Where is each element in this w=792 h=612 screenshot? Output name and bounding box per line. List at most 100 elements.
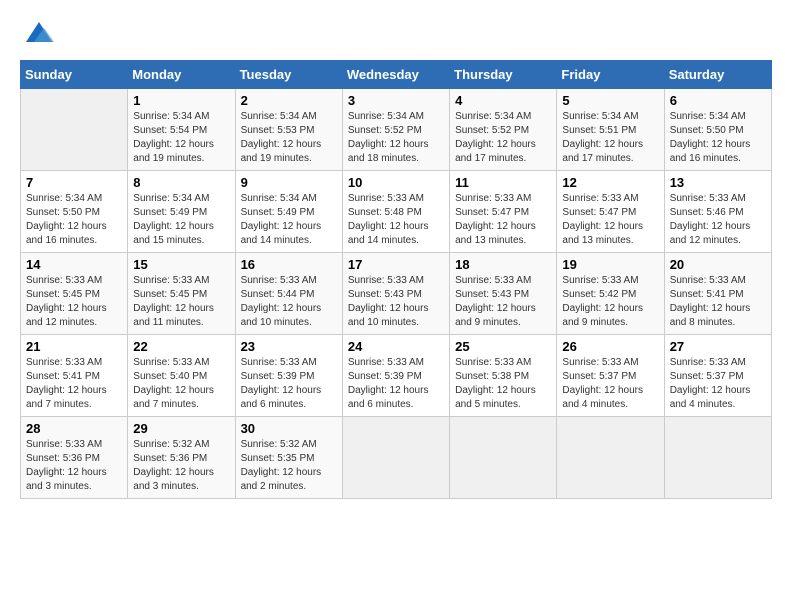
weekday-header-friday: Friday xyxy=(557,61,664,89)
day-number: 13 xyxy=(670,175,766,190)
day-number: 22 xyxy=(133,339,229,354)
day-info: Sunrise: 5:34 AMSunset: 5:49 PMDaylight:… xyxy=(133,192,229,248)
day-number: 7 xyxy=(26,175,122,190)
day-info: Sunrise: 5:33 AMSunset: 5:47 PMDaylight:… xyxy=(455,192,551,248)
day-info: Sunrise: 5:34 AMSunset: 5:51 PMDaylight:… xyxy=(562,110,658,166)
day-number: 2 xyxy=(241,93,337,108)
day-number: 18 xyxy=(455,257,551,272)
week-row-2: 7 Sunrise: 5:34 AMSunset: 5:50 PMDaylight… xyxy=(21,171,772,253)
day-number: 29 xyxy=(133,421,229,436)
day-number: 15 xyxy=(133,257,229,272)
calendar-cell: 4 Sunrise: 5:34 AMSunset: 5:52 PMDaylight… xyxy=(450,89,557,171)
week-row-5: 28Sunrise: 5:33 AMSunset: 5:36 PMDayligh… xyxy=(21,417,772,499)
week-row-3: 14 Sunrise: 5:33 AMSunset: 5:45 PMDayligh… xyxy=(21,253,772,335)
calendar-cell: 25Sunrise: 5:33 AMSunset: 5:38 PMDayligh… xyxy=(450,335,557,417)
calendar-cell: 2 Sunrise: 5:34 AMSunset: 5:53 PMDaylight… xyxy=(235,89,342,171)
day-info: Sunrise: 5:33 AMSunset: 5:46 PMDaylight:… xyxy=(670,192,766,248)
calendar-cell: 22 Sunrise: 5:33 AMSunset: 5:40 PMDayligh… xyxy=(128,335,235,417)
calendar-cell: 1Sunrise: 5:34 AMSunset: 5:54 PMDaylight… xyxy=(128,89,235,171)
day-info: Sunrise: 5:33 AMSunset: 5:42 PMDaylight:… xyxy=(562,274,658,330)
day-number: 9 xyxy=(241,175,337,190)
calendar-cell: 20 Sunrise: 5:33 AMSunset: 5:41 PMDayligh… xyxy=(664,253,771,335)
day-number: 16 xyxy=(241,257,337,272)
weekday-header-thursday: Thursday xyxy=(450,61,557,89)
weekday-header-sunday: Sunday xyxy=(21,61,128,89)
day-info: Sunrise: 5:33 AMSunset: 5:37 PMDaylight:… xyxy=(670,356,766,412)
day-number: 26 xyxy=(562,339,658,354)
day-info: Sunrise: 5:32 AMSunset: 5:36 PMDaylight:… xyxy=(133,438,229,494)
day-number: 4 xyxy=(455,93,551,108)
calendar-cell: 10 Sunrise: 5:33 AMSunset: 5:48 PMDayligh… xyxy=(342,171,449,253)
calendar-cell: 7 Sunrise: 5:34 AMSunset: 5:50 PMDaylight… xyxy=(21,171,128,253)
calendar-cell: 18 Sunrise: 5:33 AMSunset: 5:43 PMDayligh… xyxy=(450,253,557,335)
day-number: 10 xyxy=(348,175,444,190)
calendar-body: 1Sunrise: 5:34 AMSunset: 5:54 PMDaylight… xyxy=(21,89,772,499)
day-number: 17 xyxy=(348,257,444,272)
calendar-cell xyxy=(21,89,128,171)
calendar-cell: 28Sunrise: 5:33 AMSunset: 5:36 PMDayligh… xyxy=(21,417,128,499)
day-number: 20 xyxy=(670,257,766,272)
calendar-header-row: SundayMondayTuesdayWednesdayThursdayFrid… xyxy=(21,61,772,89)
calendar-cell: 11Sunrise: 5:33 AMSunset: 5:47 PMDayligh… xyxy=(450,171,557,253)
calendar-cell: 5 Sunrise: 5:34 AMSunset: 5:51 PMDaylight… xyxy=(557,89,664,171)
calendar-cell: 29 Sunrise: 5:32 AMSunset: 5:36 PMDayligh… xyxy=(128,417,235,499)
calendar-cell: 12 Sunrise: 5:33 AMSunset: 5:47 PMDayligh… xyxy=(557,171,664,253)
day-number: 14 xyxy=(26,257,122,272)
weekday-header-wednesday: Wednesday xyxy=(342,61,449,89)
calendar-cell xyxy=(450,417,557,499)
day-info: Sunrise: 5:33 AMSunset: 5:45 PMDaylight:… xyxy=(133,274,229,330)
day-number: 24 xyxy=(348,339,444,354)
calendar-cell: 26Sunrise: 5:33 AMSunset: 5:37 PMDayligh… xyxy=(557,335,664,417)
logo xyxy=(20,20,54,50)
day-info: Sunrise: 5:34 AMSunset: 5:53 PMDaylight:… xyxy=(241,110,337,166)
day-info: Sunrise: 5:34 AMSunset: 5:50 PMDaylight:… xyxy=(26,192,122,248)
calendar-cell: 6 Sunrise: 5:34 AMSunset: 5:50 PMDaylight… xyxy=(664,89,771,171)
day-number: 21 xyxy=(26,339,122,354)
calendar-cell: 19 Sunrise: 5:33 AMSunset: 5:42 PMDayligh… xyxy=(557,253,664,335)
calendar-cell xyxy=(557,417,664,499)
day-number: 30 xyxy=(241,421,337,436)
calendar-cell: 15 Sunrise: 5:33 AMSunset: 5:45 PMDayligh… xyxy=(128,253,235,335)
day-number: 12 xyxy=(562,175,658,190)
day-info: Sunrise: 5:34 AMSunset: 5:52 PMDaylight:… xyxy=(455,110,551,166)
calendar-cell: 3Sunrise: 5:34 AMSunset: 5:52 PMDaylight… xyxy=(342,89,449,171)
day-number: 28 xyxy=(26,421,122,436)
day-number: 19 xyxy=(562,257,658,272)
day-info: Sunrise: 5:33 AMSunset: 5:40 PMDaylight:… xyxy=(133,356,229,412)
day-info: Sunrise: 5:33 AMSunset: 5:43 PMDaylight:… xyxy=(455,274,551,330)
calendar-cell: 17Sunrise: 5:33 AMSunset: 5:43 PMDayligh… xyxy=(342,253,449,335)
day-info: Sunrise: 5:32 AMSunset: 5:35 PMDaylight:… xyxy=(241,438,337,494)
day-info: Sunrise: 5:33 AMSunset: 5:45 PMDaylight:… xyxy=(26,274,122,330)
calendar-cell: 24 Sunrise: 5:33 AMSunset: 5:39 PMDayligh… xyxy=(342,335,449,417)
calendar-cell: 23Sunrise: 5:33 AMSunset: 5:39 PMDayligh… xyxy=(235,335,342,417)
day-info: Sunrise: 5:33 AMSunset: 5:39 PMDaylight:… xyxy=(348,356,444,412)
day-info: Sunrise: 5:34 AMSunset: 5:54 PMDaylight:… xyxy=(133,110,229,166)
calendar-cell xyxy=(342,417,449,499)
week-row-1: 1Sunrise: 5:34 AMSunset: 5:54 PMDaylight… xyxy=(21,89,772,171)
day-number: 23 xyxy=(241,339,337,354)
day-number: 3 xyxy=(348,93,444,108)
week-row-4: 21 Sunrise: 5:33 AMSunset: 5:41 PMDayligh… xyxy=(21,335,772,417)
calendar-table: SundayMondayTuesdayWednesdayThursdayFrid… xyxy=(20,60,772,499)
weekday-header-saturday: Saturday xyxy=(664,61,771,89)
day-info: Sunrise: 5:34 AMSunset: 5:50 PMDaylight:… xyxy=(670,110,766,166)
calendar-cell: 13 Sunrise: 5:33 AMSunset: 5:46 PMDayligh… xyxy=(664,171,771,253)
calendar-cell: 9 Sunrise: 5:34 AMSunset: 5:49 PMDaylight… xyxy=(235,171,342,253)
weekday-header-tuesday: Tuesday xyxy=(235,61,342,89)
day-info: Sunrise: 5:33 AMSunset: 5:41 PMDaylight:… xyxy=(670,274,766,330)
day-info: Sunrise: 5:33 AMSunset: 5:41 PMDaylight:… xyxy=(26,356,122,412)
calendar-cell: 27Sunrise: 5:33 AMSunset: 5:37 PMDayligh… xyxy=(664,335,771,417)
day-number: 6 xyxy=(670,93,766,108)
day-info: Sunrise: 5:34 AMSunset: 5:49 PMDaylight:… xyxy=(241,192,337,248)
day-number: 5 xyxy=(562,93,658,108)
day-info: Sunrise: 5:33 AMSunset: 5:44 PMDaylight:… xyxy=(241,274,337,330)
page-header xyxy=(20,20,772,50)
day-number: 8 xyxy=(133,175,229,190)
calendar-cell: 14 Sunrise: 5:33 AMSunset: 5:45 PMDayligh… xyxy=(21,253,128,335)
calendar-cell: 30 Sunrise: 5:32 AMSunset: 5:35 PMDayligh… xyxy=(235,417,342,499)
calendar-cell xyxy=(664,417,771,499)
day-info: Sunrise: 5:33 AMSunset: 5:38 PMDaylight:… xyxy=(455,356,551,412)
day-info: Sunrise: 5:33 AMSunset: 5:48 PMDaylight:… xyxy=(348,192,444,248)
day-info: Sunrise: 5:33 AMSunset: 5:47 PMDaylight:… xyxy=(562,192,658,248)
weekday-header-monday: Monday xyxy=(128,61,235,89)
